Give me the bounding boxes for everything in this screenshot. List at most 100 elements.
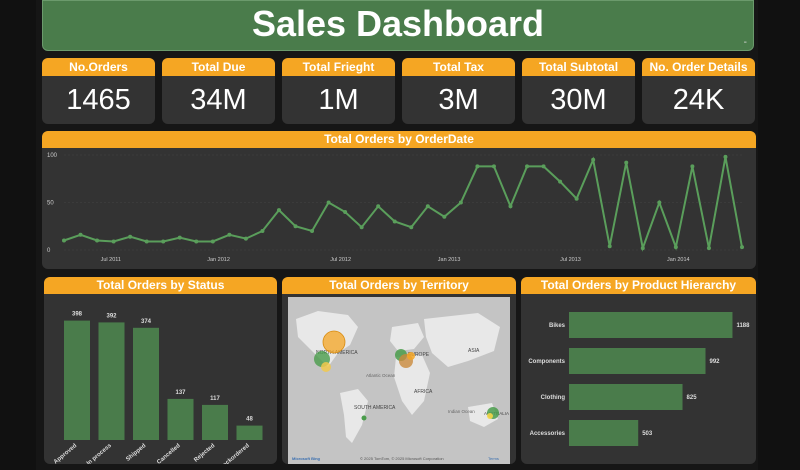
- data-point[interactable]: [276, 208, 281, 213]
- data-point[interactable]: [78, 232, 83, 237]
- data-point[interactable]: [376, 204, 381, 209]
- bar-data-label: 503: [642, 431, 653, 437]
- bar-data-label: 1188: [736, 323, 750, 329]
- data-point[interactable]: [706, 246, 711, 251]
- category-label: Shipped: [125, 443, 147, 463]
- kpi-label: Total Subtotal: [522, 58, 635, 76]
- data-point[interactable]: [558, 179, 563, 184]
- status-bar[interactable]: [133, 327, 159, 440]
- data-point[interactable]: [194, 239, 199, 244]
- territory-bubble[interactable]: [322, 330, 346, 354]
- territory-bubble[interactable]: [487, 413, 493, 419]
- data-point[interactable]: [425, 204, 430, 209]
- data-point[interactable]: [260, 229, 265, 233]
- x-tick-label: Jul 2011: [101, 257, 121, 263]
- x-tick-label: Jan 2012: [207, 257, 230, 263]
- kpi-card-total-tax[interactable]: Total Tax 3M: [402, 58, 515, 124]
- kpi-card-total-freight[interactable]: Total Frieght 1M: [282, 58, 395, 124]
- data-point[interactable]: [95, 238, 100, 243]
- kpi-card-order-details[interactable]: No. Order Details 24K: [642, 58, 755, 124]
- data-point[interactable]: [657, 200, 662, 205]
- bar-data-label: 825: [687, 395, 698, 401]
- data-point[interactable]: [458, 200, 463, 205]
- orders-by-product-chart[interactable]: Bikes 1188 Components 992 Clothing 825 Accesso…: [521, 294, 756, 464]
- product-bar[interactable]: [569, 420, 639, 446]
- kpi-card-total-subtotal[interactable]: Total Subtotal 30M: [522, 58, 635, 124]
- data-point[interactable]: [243, 236, 248, 241]
- data-point[interactable]: [491, 164, 496, 169]
- data-point[interactable]: [574, 196, 579, 201]
- data-point[interactable]: [359, 225, 364, 230]
- orders-by-status-chart[interactable]: 398 Approved 392 In process 374 Shipped 137 Can…: [44, 294, 277, 464]
- category-label: Approved: [53, 443, 79, 464]
- map-copyright: © 2025 TomTom, © 2025 Microsoft Corporat…: [360, 456, 444, 461]
- category-label: Rejected: [193, 443, 216, 464]
- line-chart-panel[interactable]: Total Orders by OrderDate 100 50 0 Jul 2011…: [42, 131, 756, 269]
- data-point[interactable]: [161, 239, 166, 244]
- data-point[interactable]: [541, 164, 546, 169]
- product-bar[interactable]: [569, 312, 733, 338]
- status-bar[interactable]: [64, 320, 90, 440]
- status-bar[interactable]: [167, 398, 194, 440]
- x-tick-label: Jan 2013: [438, 257, 461, 263]
- data-point[interactable]: [144, 239, 149, 244]
- map-terms-link[interactable]: Terms: [488, 456, 499, 461]
- data-point[interactable]: [525, 164, 530, 169]
- kpi-value: 1465: [66, 84, 131, 116]
- territory-bubble[interactable]: [321, 362, 331, 372]
- page-title: Sales Dashboard: [251, 3, 545, 44]
- kpi-value: 30M: [550, 84, 607, 116]
- data-point[interactable]: [111, 239, 116, 244]
- territory-map-panel[interactable]: Total Orders by Territory NORTH AMERICA …: [282, 277, 516, 464]
- data-point[interactable]: [475, 164, 480, 169]
- data-point[interactable]: [343, 210, 348, 214]
- data-point[interactable]: [723, 154, 728, 159]
- data-point[interactable]: [640, 246, 645, 251]
- orders-by-date-chart[interactable]: 100 50 0 Jul 2011 Jan 2012 Jul 2012 Jan 2013 Ju…: [42, 148, 756, 269]
- data-point[interactable]: [326, 200, 331, 205]
- product-bar[interactable]: [569, 384, 683, 410]
- product-bar[interactable]: [569, 348, 706, 374]
- data-point[interactable]: [673, 245, 678, 250]
- data-point[interactable]: [591, 157, 596, 162]
- y-tick-label: 50: [47, 201, 54, 207]
- kpi-card-orders[interactable]: No.Orders 1465: [42, 58, 155, 124]
- status-bar[interactable]: [236, 425, 263, 440]
- bar-data-label: 137: [175, 390, 186, 396]
- data-point[interactable]: [508, 204, 513, 209]
- data-point[interactable]: [62, 238, 66, 243]
- world-map[interactable]: NORTH AMERICA EUROPE ASIA AFRICA SOUTH A…: [288, 297, 510, 464]
- kpi-label: Total Due: [162, 58, 275, 76]
- x-tick-label: Jul 2013: [560, 257, 581, 263]
- status-bar[interactable]: [202, 404, 228, 440]
- panel-title: Total Orders by Status: [44, 277, 277, 294]
- hierarchy-chart-panel[interactable]: Total Orders by Product Hierarchy Bikes 1…: [521, 277, 756, 464]
- territory-bubble[interactable]: [361, 415, 367, 421]
- territory-bubble[interactable]: [407, 352, 415, 360]
- bar-data-label: 392: [106, 313, 117, 319]
- status-bar[interactable]: [98, 322, 125, 440]
- data-point[interactable]: [310, 229, 315, 233]
- data-point[interactable]: [210, 239, 215, 244]
- kpi-label: No.Orders: [42, 58, 155, 76]
- x-tick-label: Jul 2012: [330, 257, 351, 263]
- data-point[interactable]: [442, 214, 447, 219]
- status-chart-panel[interactable]: Total Orders by Status 398 Approved 392 In …: [44, 277, 277, 464]
- map-canvas[interactable]: NORTH AMERICA EUROPE ASIA AFRICA SOUTH A…: [288, 297, 510, 464]
- map-label-south-america: SOUTH AMERICA: [354, 405, 396, 411]
- data-point[interactable]: [128, 234, 133, 239]
- data-point[interactable]: [624, 160, 629, 165]
- data-point[interactable]: [740, 245, 744, 250]
- data-point[interactable]: [409, 225, 414, 230]
- category-label: Backordered: [219, 443, 251, 464]
- bar-data-label: 48: [246, 417, 253, 423]
- kpi-card-total-due[interactable]: Total Due 34M: [162, 58, 275, 124]
- data-point[interactable]: [293, 224, 298, 229]
- data-point[interactable]: [227, 232, 232, 237]
- data-point[interactable]: [607, 244, 612, 249]
- data-point[interactable]: [690, 164, 695, 169]
- data-point[interactable]: [177, 235, 182, 240]
- data-point[interactable]: [392, 219, 397, 224]
- kpi-label: Total Frieght: [282, 58, 395, 76]
- panel-title: Total Orders by Product Hierarchy: [521, 277, 756, 294]
